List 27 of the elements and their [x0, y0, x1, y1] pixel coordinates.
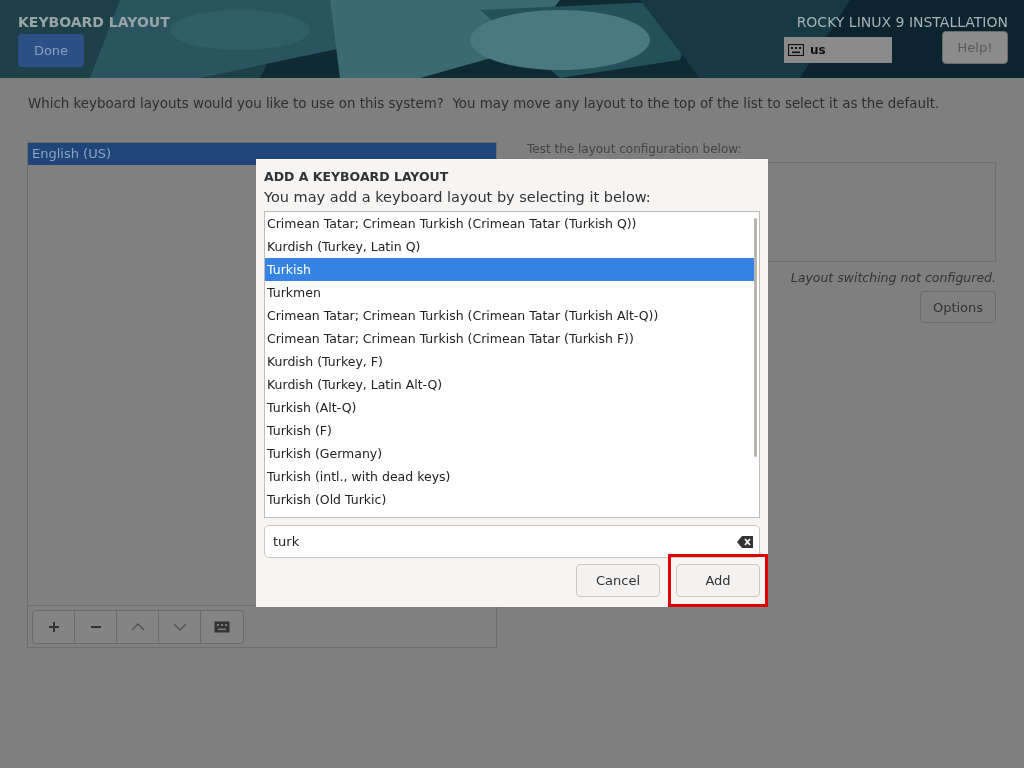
- dialog-title: ADD A KEYBOARD LAYOUT: [264, 169, 450, 184]
- add-button[interactable]: Add: [676, 564, 760, 597]
- layout-indicator[interactable]: us: [784, 36, 892, 63]
- layout-option[interactable]: Crimean Tatar; Crimean Turkish (Crimean Tatar (Turkish F)): [265, 327, 754, 350]
- product-title: ROCKY LINUX 9 INSTALLATION: [796, 14, 1008, 30]
- layout-option[interactable]: Turkish (Old Turkic): [265, 488, 754, 511]
- layout-option[interactable]: Turkmen: [265, 281, 754, 304]
- keyboard-icon: [788, 43, 804, 56]
- layout-option[interactable]: Turkish (Alt-Q): [265, 396, 754, 419]
- layout-option[interactable]: Kurdish (Turkey, Latin Q): [265, 235, 754, 258]
- layout-option[interactable]: Turkish (Germany): [265, 442, 754, 465]
- test-label: Test the layout configuration below:: [527, 142, 743, 156]
- scrollbar[interactable]: [754, 218, 757, 458]
- clear-icon[interactable]: [737, 535, 753, 548]
- screen-title: KEYBOARD LAYOUT: [18, 14, 170, 30]
- layout-option[interactable]: Turkish: [265, 258, 754, 281]
- instruction-text: Which keyboard layouts would you like to use on this system? You may move any layout to the top of the list to select it as the default.: [28, 96, 941, 111]
- search-field[interactable]: turk: [264, 525, 760, 558]
- layout-option[interactable]: Crimean Tatar; Crimean Turkish (Crimean Tatar (Turkish Alt-Q)): [265, 304, 754, 327]
- layout-option[interactable]: Turkish (intl., with dead keys): [265, 465, 754, 488]
- cancel-button[interactable]: Cancel: [576, 564, 660, 597]
- layout-option[interactable]: Crimean Tatar; Crimean Turkish (Crimean Tatar (Turkish Q)): [265, 212, 754, 235]
- layout-option[interactable]: Kurdish (Turkey, Latin Alt-Q): [265, 373, 754, 396]
- layout-option[interactable]: Turkish (F): [265, 419, 754, 442]
- dialog-subtitle: You may add a keyboard layout by selecting it below:: [264, 189, 652, 205]
- status-text: Layout switching not configured.: [789, 270, 996, 285]
- layout-option[interactable]: Kurdish (Turkey, F): [265, 350, 754, 373]
